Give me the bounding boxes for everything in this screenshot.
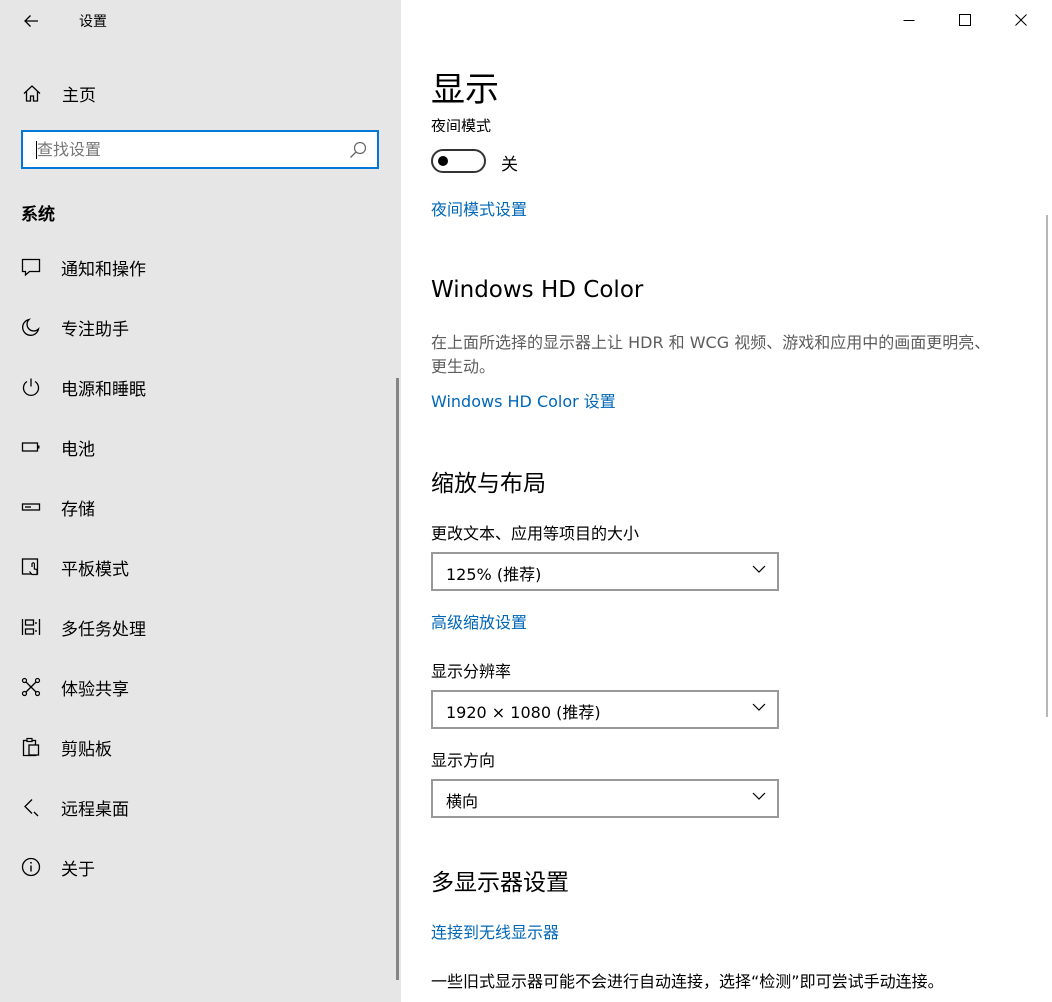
page-title: 显示 <box>431 70 499 110</box>
sidebar-item-clipboard[interactable]: 剪贴板 <box>0 725 398 769</box>
content-scrollbar[interactable] <box>1046 215 1048 717</box>
minimize-icon <box>903 20 915 21</box>
night-light-label: 夜间模式 <box>431 117 492 132</box>
sidebar-item-remote-desktop[interactable]: 远程桌面 <box>0 785 398 829</box>
sidebar-item-label: 存储 <box>61 499 95 520</box>
sidebar-item-multitasking[interactable]: 多任务处理 <box>0 605 398 649</box>
share-icon <box>20 676 42 698</box>
toggle-knob <box>438 156 448 166</box>
multi-display-heading: 多显示器设置 <box>431 870 569 896</box>
advanced-scaling-link[interactable]: 高级缩放设置 <box>431 609 527 633</box>
sidebar-item-home[interactable]: 主页 <box>0 74 401 112</box>
sidebar-item-label: 关于 <box>61 859 95 880</box>
hd-color-heading: Windows HD Color <box>431 277 644 303</box>
sidebar-item-shared-experiences[interactable]: 体验共享 <box>0 665 398 709</box>
hd-color-settings-link[interactable]: Windows HD Color 设置 <box>431 388 616 412</box>
maximize-icon <box>959 14 971 26</box>
tablet-mode-icon <box>20 556 42 578</box>
moon-icon <box>20 316 42 338</box>
connect-wireless-display-link[interactable]: 连接到无线显示器 <box>431 919 559 943</box>
close-button[interactable] <box>998 0 1044 40</box>
sidebar-item-label: 多任务处理 <box>61 619 146 640</box>
night-light-toggle[interactable] <box>431 149 486 173</box>
storage-icon <box>20 496 42 518</box>
resolution-dropdown[interactable]: 1920 × 1080 (推荐) <box>431 690 779 729</box>
orientation-dropdown[interactable]: 横向 <box>431 779 779 818</box>
clipboard-icon <box>20 736 42 758</box>
night-light-label-clip: 夜间模式 <box>431 112 731 132</box>
minimize-button[interactable] <box>886 0 932 40</box>
sidebar-item-label: 通知和操作 <box>61 259 146 280</box>
sidebar-scrollbar[interactable] <box>396 378 399 980</box>
chevron-down-icon <box>752 565 766 573</box>
sidebar-item-about[interactable]: 关于 <box>0 845 398 889</box>
orientation-label: 显示方向 <box>431 751 496 770</box>
section-title: 系统 <box>21 205 55 225</box>
multi-display-note: 一些旧式显示器可能不会进行自动连接，选择“检测”即可尝试手动连接。 <box>431 972 944 991</box>
sidebar-item-storage[interactable]: 存储 <box>0 485 398 529</box>
chevron-down-icon <box>752 703 766 711</box>
night-light-state: 关 <box>501 155 518 175</box>
search-input[interactable] <box>23 132 337 167</box>
scale-dropdown[interactable]: 125% (推荐) <box>431 552 779 591</box>
content-pane: 显示 夜间模式 关 夜间模式设置 Windows HD Color 在上面所选择… <box>401 0 1052 1002</box>
battery-icon <box>20 436 42 458</box>
sidebar-item-label: 专注助手 <box>61 319 129 340</box>
resolution-value: 1920 × 1080 (推荐) <box>446 703 601 722</box>
resolution-label: 显示分辨率 <box>431 662 512 681</box>
text-caret <box>36 141 37 159</box>
multitasking-icon <box>20 616 42 638</box>
night-light-settings-link[interactable]: 夜间模式设置 <box>431 196 527 220</box>
sidebar-item-tablet-mode[interactable]: 平板模式 <box>0 545 398 589</box>
scale-label: 更改文本、应用等项目的大小 <box>431 524 640 543</box>
back-button[interactable] <box>14 6 48 36</box>
orientation-value: 横向 <box>446 792 479 811</box>
search-icon[interactable] <box>349 141 367 159</box>
sidebar-item-label: 电池 <box>61 439 95 460</box>
hd-color-description: 在上面所选择的显示器上让 HDR 和 WCG 视频、游戏和应用中的画面更明亮、更… <box>431 333 991 376</box>
sidebar: 设置 主页 系统 通知和操作 专注助手 电源和睡眠 <box>0 0 401 1002</box>
sidebar-item-label: 远程桌面 <box>61 799 129 820</box>
info-icon <box>20 856 42 878</box>
sidebar-item-label: 体验共享 <box>61 679 129 700</box>
sidebar-item-focus-assist[interactable]: 专注助手 <box>0 305 398 349</box>
back-arrow-icon <box>24 15 38 27</box>
sidebar-item-label: 主页 <box>62 85 96 106</box>
sidebar-item-power-sleep[interactable]: 电源和睡眠 <box>0 365 398 409</box>
remote-desktop-icon <box>20 796 42 818</box>
sidebar-item-label: 平板模式 <box>61 559 129 580</box>
maximize-button[interactable] <box>942 0 988 40</box>
home-icon <box>21 82 43 104</box>
chevron-down-icon <box>752 792 766 800</box>
scale-layout-heading: 缩放与布局 <box>431 471 546 497</box>
notification-icon <box>20 256 42 278</box>
sidebar-item-label: 电源和睡眠 <box>61 379 146 400</box>
sidebar-item-battery[interactable]: 电池 <box>0 425 398 469</box>
scale-value: 125% (推荐) <box>446 565 542 584</box>
app-title: 设置 <box>79 14 107 30</box>
sidebar-item-notifications[interactable]: 通知和操作 <box>0 245 398 289</box>
search-box[interactable] <box>21 130 379 169</box>
close-icon <box>1015 14 1027 26</box>
power-icon <box>20 376 42 398</box>
sidebar-item-label: 剪贴板 <box>61 739 112 760</box>
